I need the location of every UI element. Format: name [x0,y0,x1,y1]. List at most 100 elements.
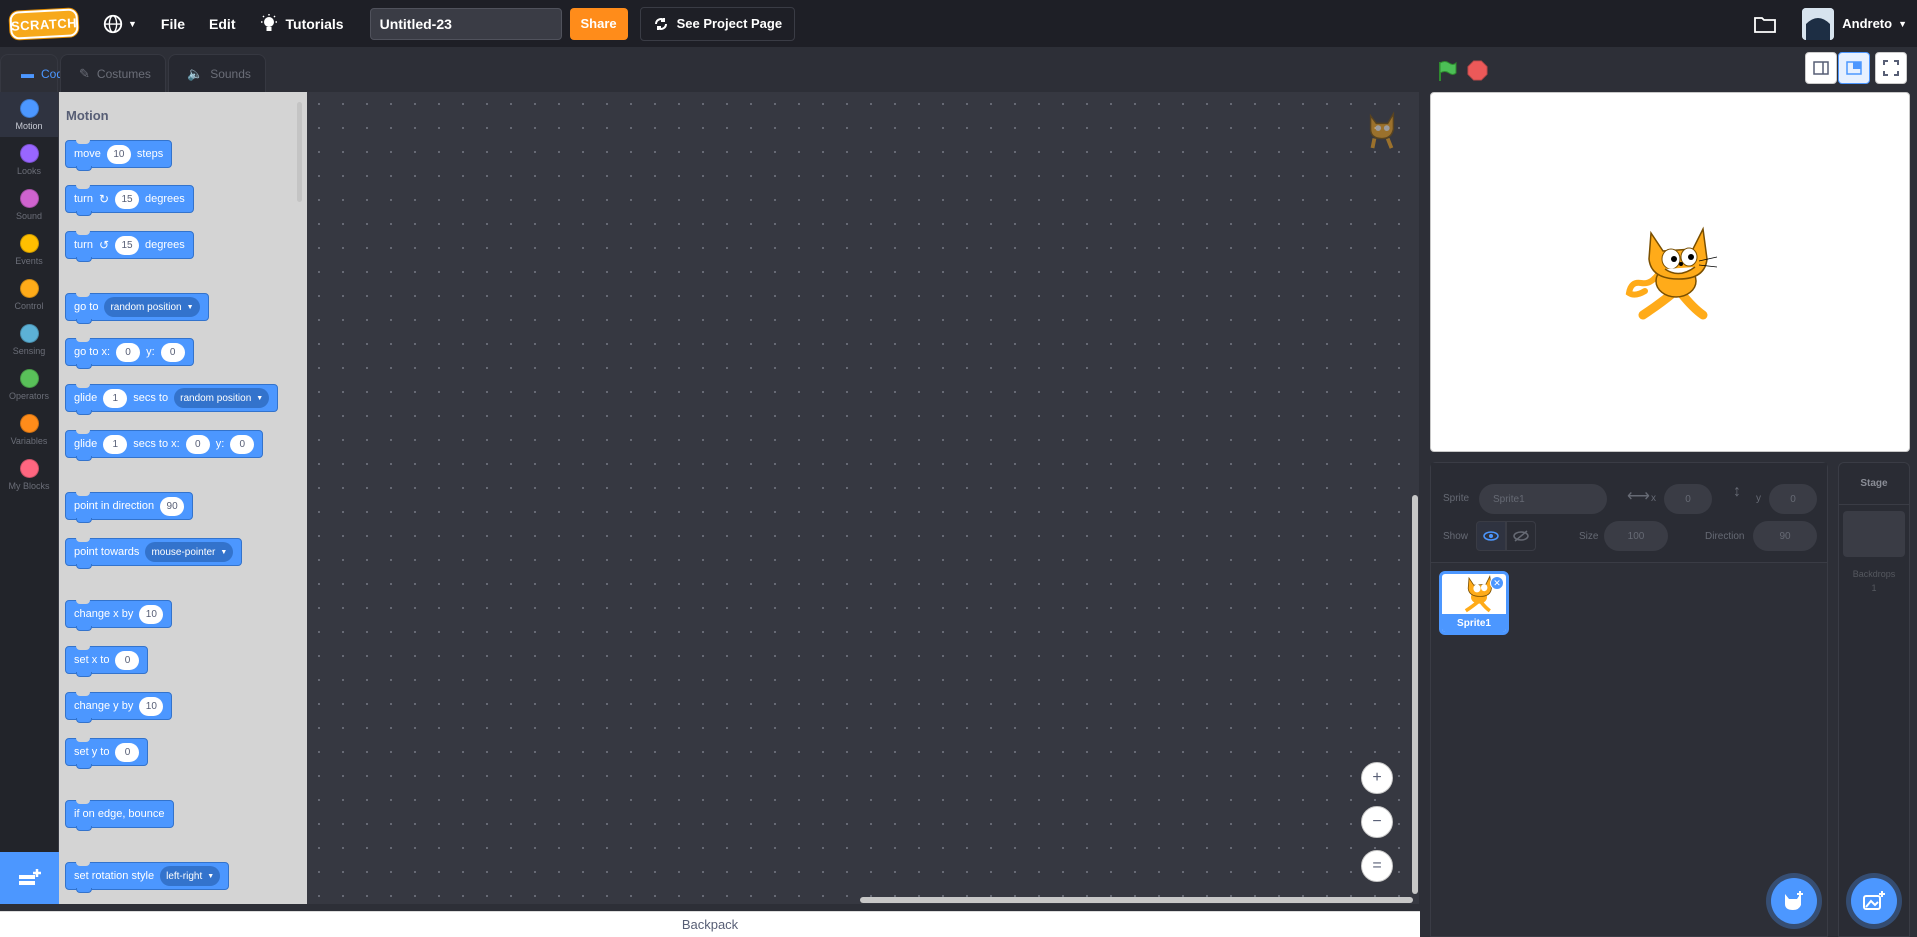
project-title-input[interactable] [369,7,562,40]
block-go-to[interactable]: go to random position ▼ [65,293,209,324]
x-input[interactable]: 0 [116,342,141,362]
choose-backdrop-button[interactable] [1851,878,1897,924]
tab-sounds[interactable]: 🔈 Sounds [168,54,266,92]
chevron-down-icon: ▼ [256,394,264,402]
target-dropdown[interactable]: random position ▼ [174,388,270,408]
x-input[interactable]: 0 [185,434,210,454]
green-flag-icon[interactable] [1436,60,1458,82]
block-point-in-direction[interactable]: point in direction 90 [65,492,194,523]
code-blocks-icon: ▬ [21,66,34,81]
my-stuff-folder-icon[interactable] [1754,15,1777,33]
block-point-towards[interactable]: point towards mouse-pointer ▼ [65,538,243,569]
category-sensing[interactable]: Sensing [0,317,58,362]
seconds-input[interactable]: 1 [103,388,128,408]
username[interactable]: Andreto [1842,16,1892,31]
block-glide-xy[interactable]: glide 1 secs to x: 0 y: 0 [65,430,264,461]
block-bounce[interactable]: if on edge, bounce [65,800,174,831]
delete-sprite-button[interactable]: ✕ [1490,576,1504,590]
category-sound[interactable]: Sound [0,182,58,227]
choose-sprite-button[interactable] [1771,878,1817,924]
number-input[interactable]: 15 [115,235,140,255]
fullscreen-button[interactable] [1875,52,1907,84]
palette-scrollbar[interactable] [297,102,302,202]
show-label: Show [1443,531,1469,542]
block-text: point in direction [74,500,155,512]
tutorials-button[interactable]: Tutorials [248,0,356,47]
block-change-y[interactable]: change y by 10 [65,692,173,723]
add-extension-button[interactable] [0,852,59,904]
block-text: set y to [74,746,110,758]
category-label: Variables [10,435,48,446]
scratch-cat-sprite[interactable] [1621,223,1721,328]
category-events[interactable]: Events [0,227,58,272]
rotation-style-dropdown[interactable]: left-right ▼ [160,866,221,886]
block-set-y[interactable]: set y to 0 [65,738,149,769]
direction-input[interactable]: 90 [160,496,185,516]
file-menu[interactable]: File [149,0,197,47]
show-sprite-button[interactable] [1476,521,1506,551]
category-label: Control [14,300,44,311]
y-position-field[interactable]: 0 [1769,484,1817,514]
category-dot [19,233,39,253]
see-project-page-button[interactable]: See Project Page [639,6,796,41]
block-go-to-xy[interactable]: go to x: 0 y: 0 [65,338,194,369]
stop-sign-icon[interactable] [1467,60,1488,81]
category-motion[interactable]: Motion [0,92,58,137]
category-looks[interactable]: Looks [0,137,58,182]
stage-canvas[interactable] [1430,92,1910,452]
y-input[interactable]: 0 [230,434,255,454]
target-dropdown[interactable]: mouse-pointer ▼ [145,542,234,562]
size-field[interactable]: 100 [1604,521,1668,551]
stage-selector[interactable]: Stage Backdrops 1 [1838,462,1910,937]
workspace-horizontal-scrollbar[interactable] [860,897,1413,903]
block-glide-to[interactable]: glide 1 secs to random position ▼ [65,384,279,415]
block-text: glide [74,392,98,404]
category-control[interactable]: Control [0,272,58,317]
zoom-out-button[interactable]: − [1361,806,1393,838]
sprite-name-field[interactable]: Sprite1 [1479,484,1607,514]
sprite-thumbnail[interactable]: ✕ Sprite1 [1439,571,1509,635]
category-operators[interactable]: Operators [0,362,58,407]
number-input[interactable]: 0 [115,742,140,762]
add-sprite-cat-icon [1785,891,1803,910]
direction-field[interactable]: 90 [1753,521,1817,551]
number-input[interactable]: 10 [139,604,164,624]
seconds-input[interactable]: 1 [103,434,128,454]
target-dropdown[interactable]: random position ▼ [104,297,200,317]
scratch-logo[interactable]: SCRATCH [9,7,79,40]
chevron-down-icon[interactable]: ▼ [1898,19,1907,29]
block-turn-right[interactable]: turn ↻ 15 degrees [65,185,194,216]
category-my-blocks[interactable]: My Blocks [0,452,58,497]
zoom-reset-button[interactable]: = [1361,850,1393,882]
number-input[interactable]: 0 [115,650,140,670]
small-stage-button[interactable] [1805,52,1837,84]
block-turn-left[interactable]: turn ↺ 15 degrees [65,231,194,262]
x-position-field[interactable]: 0 [1664,484,1712,514]
hide-sprite-button[interactable] [1506,521,1536,551]
block-change-x[interactable]: change x by 10 [65,600,173,631]
script-workspace[interactable]: + − = [307,92,1419,904]
fullscreen-icon [1883,60,1899,76]
number-input[interactable]: 10 [139,696,164,716]
zoom-in-button[interactable]: + [1361,762,1393,794]
avatar[interactable] [1802,7,1835,40]
large-stage-button[interactable] [1838,52,1870,84]
block-text: steps [136,148,164,160]
rotate-counterclockwise-icon: ↺ [98,238,110,252]
workspace-vertical-scrollbar[interactable] [1412,495,1418,894]
number-input[interactable]: 10 [106,144,131,164]
tab-costumes[interactable]: ✎ Costumes [60,54,166,92]
backpack-bar[interactable]: Backpack [0,911,1420,937]
y-input[interactable]: 0 [160,342,185,362]
edit-menu[interactable]: Edit [197,0,247,47]
block-text: glide [74,438,98,450]
block-move-steps[interactable]: move 10 steps [65,140,173,171]
number-input[interactable]: 15 [115,189,140,209]
block-set-x[interactable]: set x to 0 [65,646,149,677]
block-set-rotation-style[interactable]: set rotation style left-right ▼ [65,862,230,893]
language-menu[interactable]: ▼ [90,0,149,47]
zoom-out-icon: − [1372,813,1382,830]
tab-code[interactable]: ▬ Code [0,54,70,92]
share-button[interactable]: Share [569,7,628,40]
category-variables[interactable]: Variables [0,407,58,452]
